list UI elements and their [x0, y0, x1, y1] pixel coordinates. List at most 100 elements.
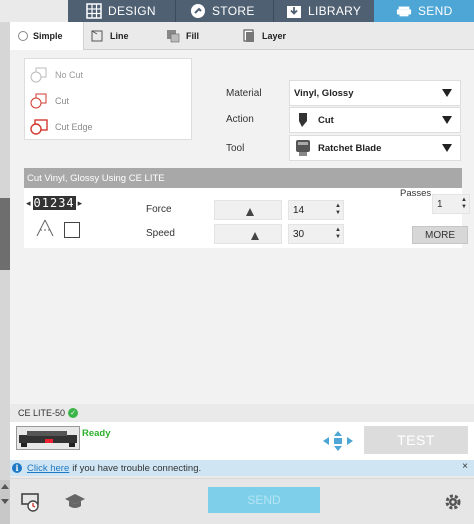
cut-type-box: No Cut Cut Cut Edge — [24, 58, 192, 140]
action-select[interactable]: Cut — [289, 107, 461, 133]
force-value: 14 — [293, 204, 305, 216]
send-button[interactable]: SEND — [208, 487, 320, 513]
nav-left-spacer — [0, 0, 68, 22]
passes-label: Passes — [400, 188, 432, 199]
action-label: Action — [226, 114, 254, 125]
no-cut-icon — [29, 67, 49, 83]
option-no-cut[interactable]: No Cut — [29, 65, 83, 85]
cut-edge-icon — [29, 119, 49, 135]
material-select[interactable]: Vinyl, Glossy — [289, 80, 461, 106]
passes-value: 1 — [437, 198, 443, 210]
tab-simple-label: Simple — [33, 31, 63, 41]
left-edge-strip — [0, 22, 10, 524]
line-icon — [90, 29, 104, 43]
speed-slider[interactable] — [214, 224, 282, 244]
speed-input[interactable]: 30 ▲ ▼ — [288, 224, 344, 244]
grid-icon — [86, 3, 102, 19]
send-panel: Simple Line Fill Layer No Cut Cut Cut Ed… — [10, 22, 474, 524]
speed-label: Speed — [146, 228, 175, 239]
blade-icon — [294, 111, 312, 129]
graduation-cap-icon[interactable] — [64, 491, 86, 513]
tab-fill[interactable]: Fill — [166, 22, 236, 50]
tab-simple[interactable]: Simple — [10, 22, 84, 50]
force-input[interactable]: 14 ▲ ▼ — [288, 200, 344, 220]
move-arrows-icon[interactable] — [322, 430, 354, 452]
footer-bar: SEND — [10, 478, 474, 524]
stepper-icon[interactable]: ▲ ▼ — [335, 203, 341, 217]
layer-icon — [242, 29, 256, 43]
close-icon[interactable]: × — [462, 461, 468, 472]
expand-arrows-icon[interactable] — [0, 480, 10, 524]
tool-select[interactable]: Ratchet Blade — [289, 135, 461, 161]
tool-label: Tool — [226, 143, 245, 154]
store-icon — [190, 3, 206, 19]
top-navigation: DESIGN STORE LIBRARY SEND — [0, 0, 474, 22]
gear-icon[interactable] — [442, 491, 464, 513]
radio-icon — [18, 31, 28, 41]
material-label: Material — [226, 88, 262, 99]
passes-input[interactable]: 1 ▲ ▼ — [432, 194, 470, 214]
tab-line[interactable]: Line — [90, 22, 160, 50]
left-edge-lower — [0, 480, 10, 524]
action-value: Cut — [318, 114, 334, 126]
option-cut-label: Cut — [55, 96, 70, 106]
dropdown-arrow-icon — [442, 116, 452, 124]
device-status: Ready — [82, 428, 111, 439]
counter-right-arrow-icon[interactable]: ▸ — [78, 198, 83, 209]
mode-tabs: Simple Line Fill Layer — [10, 22, 474, 50]
option-cut-edge-label: Cut Edge — [55, 122, 93, 132]
tab-send-label: SEND — [418, 4, 453, 18]
test-button[interactable]: TEST — [364, 426, 468, 454]
option-cut[interactable]: Cut — [29, 91, 69, 111]
option-no-cut-label: No Cut — [55, 70, 84, 80]
cut-settings-title: Cut Vinyl, Glossy Using CE LITE — [24, 168, 462, 188]
tab-store[interactable]: STORE — [176, 0, 274, 22]
square-shape-icon — [64, 222, 80, 238]
device-status-row: CE LITE-50 ✓ — [10, 404, 474, 422]
material-value: Vinyl, Glossy — [294, 87, 354, 99]
force-slider[interactable] — [214, 200, 282, 220]
force-slider-thumb[interactable] — [246, 208, 254, 216]
check-icon: ✓ — [68, 408, 79, 418]
cutter-device-image — [16, 426, 80, 450]
help-message: if you have trouble connecting. — [72, 462, 202, 474]
blade-angle-icon — [36, 219, 54, 237]
force-label: Force — [146, 204, 172, 215]
tab-design[interactable]: DESIGN — [68, 0, 176, 22]
tab-line-label: Line — [110, 31, 129, 41]
counter-left-arrow-icon[interactable]: ◂ — [26, 198, 31, 209]
blade-depth-counter[interactable]: ◂ 01234 ▸ — [24, 196, 94, 210]
speed-slider-thumb[interactable] — [251, 232, 259, 240]
tool-value: Ratchet Blade — [318, 142, 382, 154]
tab-fill-label: Fill — [186, 31, 199, 41]
dropdown-arrow-icon — [442, 144, 452, 152]
cutter-settings-icon[interactable] — [20, 491, 42, 513]
device-row: Ready TEST — [10, 422, 474, 460]
help-link[interactable]: Click here — [27, 463, 69, 474]
tab-send[interactable]: SEND — [374, 0, 474, 22]
library-icon — [286, 3, 302, 19]
device-name: CE LITE-50 — [18, 408, 66, 418]
more-button[interactable]: MORE — [412, 226, 468, 244]
cut-icon — [29, 93, 49, 109]
option-cut-edge[interactable]: Cut Edge — [29, 117, 93, 137]
tab-layer[interactable]: Layer — [242, 22, 312, 50]
ratchet-blade-icon — [294, 139, 312, 157]
info-icon: i — [12, 463, 22, 473]
fill-icon — [166, 29, 180, 43]
simple-content: No Cut Cut Cut Edge Material Vinyl, Glos… — [10, 50, 474, 420]
stepper-icon[interactable]: ▲ ▼ — [461, 197, 467, 211]
stepper-icon[interactable]: ▲ ▼ — [335, 227, 341, 241]
tab-library-label: LIBRARY — [308, 4, 362, 18]
cutter-icon — [396, 3, 412, 19]
tab-layer-label: Layer — [262, 31, 287, 41]
dropdown-arrow-icon — [442, 89, 452, 97]
counter-digits: 01234 — [32, 196, 76, 210]
connection-help-bar: i Click here if you have trouble connect… — [10, 460, 474, 476]
tab-library[interactable]: LIBRARY — [274, 0, 374, 22]
tab-design-label: DESIGN — [108, 4, 156, 18]
speed-value: 30 — [293, 228, 305, 240]
tab-store-label: STORE — [212, 4, 255, 18]
left-edge-handle[interactable] — [0, 198, 10, 270]
cut-settings-panel: ◂ 01234 ▸ Force 14 ▲ ▼ Speed 30 ▲ ▼ Pass… — [24, 188, 470, 248]
